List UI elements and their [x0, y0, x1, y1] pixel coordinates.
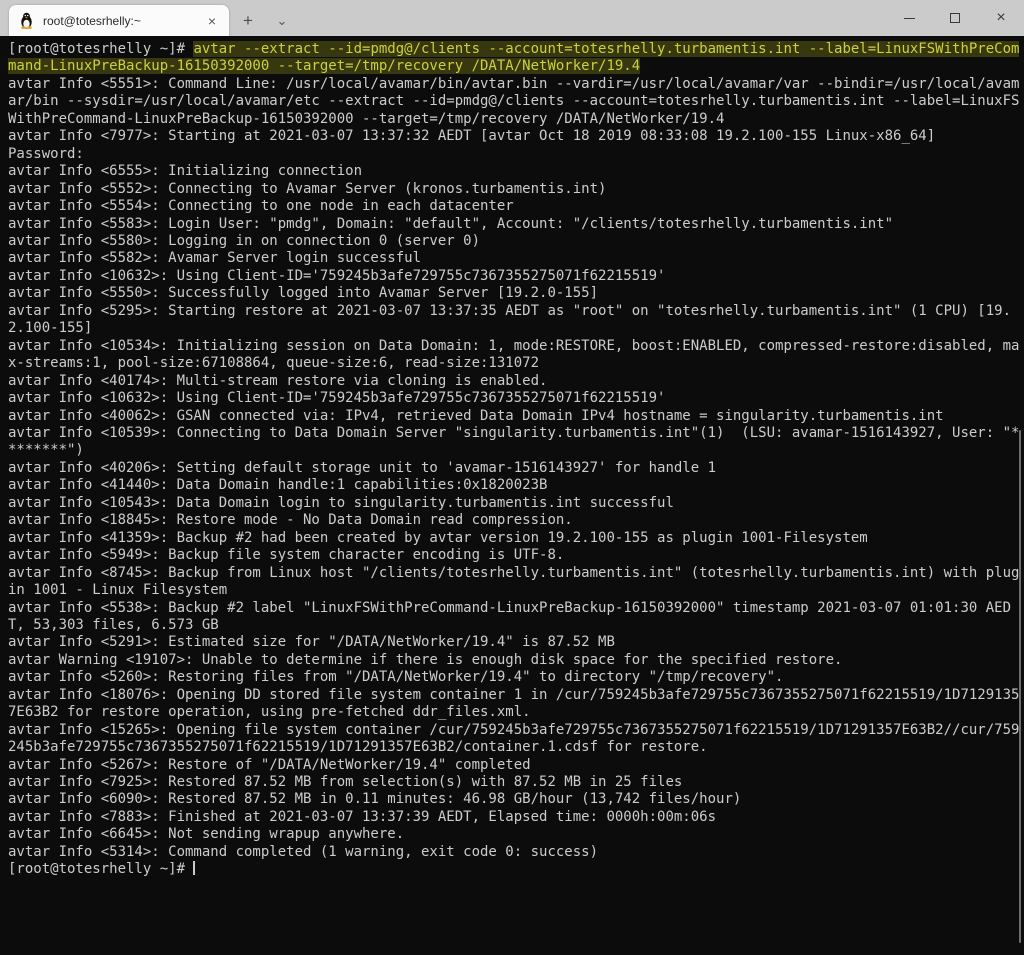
terminal-output-line: avtar Info <5291>: Estimated size for "/…	[8, 634, 615, 651]
terminal-output-line: Password:	[8, 145, 84, 162]
terminal-output-line: avtar Info <10534>: Initializing session…	[8, 337, 1020, 372]
terminal-output-line: avtar Info <40206>: Setting default stor…	[8, 459, 717, 476]
terminal-window: root@totesrhelly:~ × + ⌄ × [root@totesrh…	[0, 0, 1024, 955]
terminal-tab[interactable]: root@totesrhelly:~ ×	[9, 5, 229, 36]
terminal-output-line: avtar Info <8745>: Backup from Linux hos…	[8, 564, 1020, 599]
tab-bar: root@totesrhelly:~ × + ⌄ ×	[0, 0, 1024, 36]
tab-title: root@totesrhelly:~	[43, 13, 141, 28]
terminal-output-line: avtar Info <7977>: Starting at 2021-03-0…	[8, 128, 936, 145]
terminal-output-line: avtar Info <5550>: Successfully logged i…	[8, 285, 599, 302]
terminal-output-line: avtar Info <5314>: Command completed (1 …	[8, 843, 599, 860]
terminal-output-line: avtar Info <10539>: Connecting to Data D…	[8, 424, 1020, 459]
terminal-output: avtar Info <5551>: Command Line: /usr/lo…	[8, 76, 1024, 861]
maximize-button[interactable]	[932, 0, 978, 36]
terminal-output-line: avtar Info <7883>: Finished at 2021-03-0…	[8, 808, 717, 825]
terminal-output-line: avtar Info <10632>: Using Client-ID='759…	[8, 267, 666, 284]
terminal-output-line: avtar Info <5551>: Command Line: /usr/lo…	[8, 75, 1020, 127]
terminal-output-line: avtar Info <6555>: Initializing connecti…	[8, 163, 363, 180]
terminal-output-line: avtar Warning <19107>: Unable to determi…	[8, 651, 843, 668]
close-button[interactable]: ×	[978, 0, 1024, 36]
terminal-output-line: avtar Info <10543>: Data Domain login to…	[8, 494, 674, 511]
terminal-output-line: avtar Info <6645>: Not sending wrapup an…	[8, 826, 405, 843]
window-controls: ×	[886, 0, 1024, 36]
scrollbar-thumb[interactable]	[1019, 430, 1021, 943]
linux-tux-icon	[21, 12, 32, 29]
terminal-output-line: avtar Info <5554>: Connecting to one nod…	[8, 198, 514, 215]
terminal-output-line: avtar Info <5583>: Login User: "pmdg", D…	[8, 215, 894, 232]
terminal-output-line: avtar Info <18076>: Opening DD stored fi…	[8, 686, 1020, 721]
terminal-output-line: avtar Info <5949>: Backup file system ch…	[8, 547, 565, 564]
terminal-output-line: avtar Info <40174>: Multi-stream restore…	[8, 372, 548, 389]
terminal-viewport[interactable]: [root@totesrhelly ~]# avtar --extract --…	[0, 36, 1024, 955]
terminal-output-line: avtar Info <10632>: Using Client-ID='759…	[8, 390, 666, 407]
terminal-output-line: avtar Info <5295>: Starting restore at 2…	[8, 302, 1012, 337]
minimize-icon	[903, 17, 915, 19]
minimize-button[interactable]	[886, 0, 932, 36]
plus-icon: +	[243, 10, 253, 30]
terminal-output-line: avtar Info <18845>: Restore mode - No Da…	[8, 512, 573, 529]
terminal-output-line: avtar Info <7925>: Restored 87.52 MB fro…	[8, 774, 683, 791]
text-cursor	[193, 861, 196, 876]
command-line: [root@totesrhelly ~]# avtar --extract --…	[8, 41, 1021, 76]
shell-prompt: [root@totesrhelly ~]#	[8, 861, 194, 878]
tab-dropdown-button[interactable]: ⌄	[267, 5, 297, 36]
terminal-output-line: avtar Info <5260>: Restoring files from …	[8, 669, 784, 686]
tab-close-icon[interactable]: ×	[203, 12, 221, 30]
terminal-output-line: avtar Info <5538>: Backup #2 label "Linu…	[8, 599, 1012, 633]
terminal-output-line: avtar Info <40062>: GSAN connected via: …	[8, 407, 944, 424]
shell-prompt: [root@totesrhelly ~]#	[8, 41, 194, 57]
terminal-output-line: avtar Info <5267>: Restore of "/DATA/Net…	[8, 756, 531, 773]
terminal-output-line: avtar Info <6090>: Restored 87.52 MB in …	[8, 791, 742, 808]
terminal-output-line: avtar Info <41359>: Backup #2 had been c…	[8, 529, 868, 546]
new-tab-button[interactable]: +	[233, 5, 263, 36]
terminal-output-line: avtar Info <5552>: Connecting to Avamar …	[8, 180, 607, 197]
terminal-output-line: avtar Info <5580>: Logging in on connect…	[8, 232, 481, 249]
terminal-output-line: avtar Info <41440>: Data Domain handle:1…	[8, 477, 548, 494]
chevron-down-icon: ⌄	[276, 12, 288, 28]
current-prompt-line: [root@totesrhelly ~]#	[8, 861, 1021, 878]
close-icon: ×	[996, 9, 1006, 26]
terminal-output-line: avtar Info <15265>: Opening file system …	[8, 721, 1020, 756]
maximize-icon	[950, 13, 960, 23]
terminal-output-line: avtar Info <5582>: Avamar Server login s…	[8, 250, 422, 267]
